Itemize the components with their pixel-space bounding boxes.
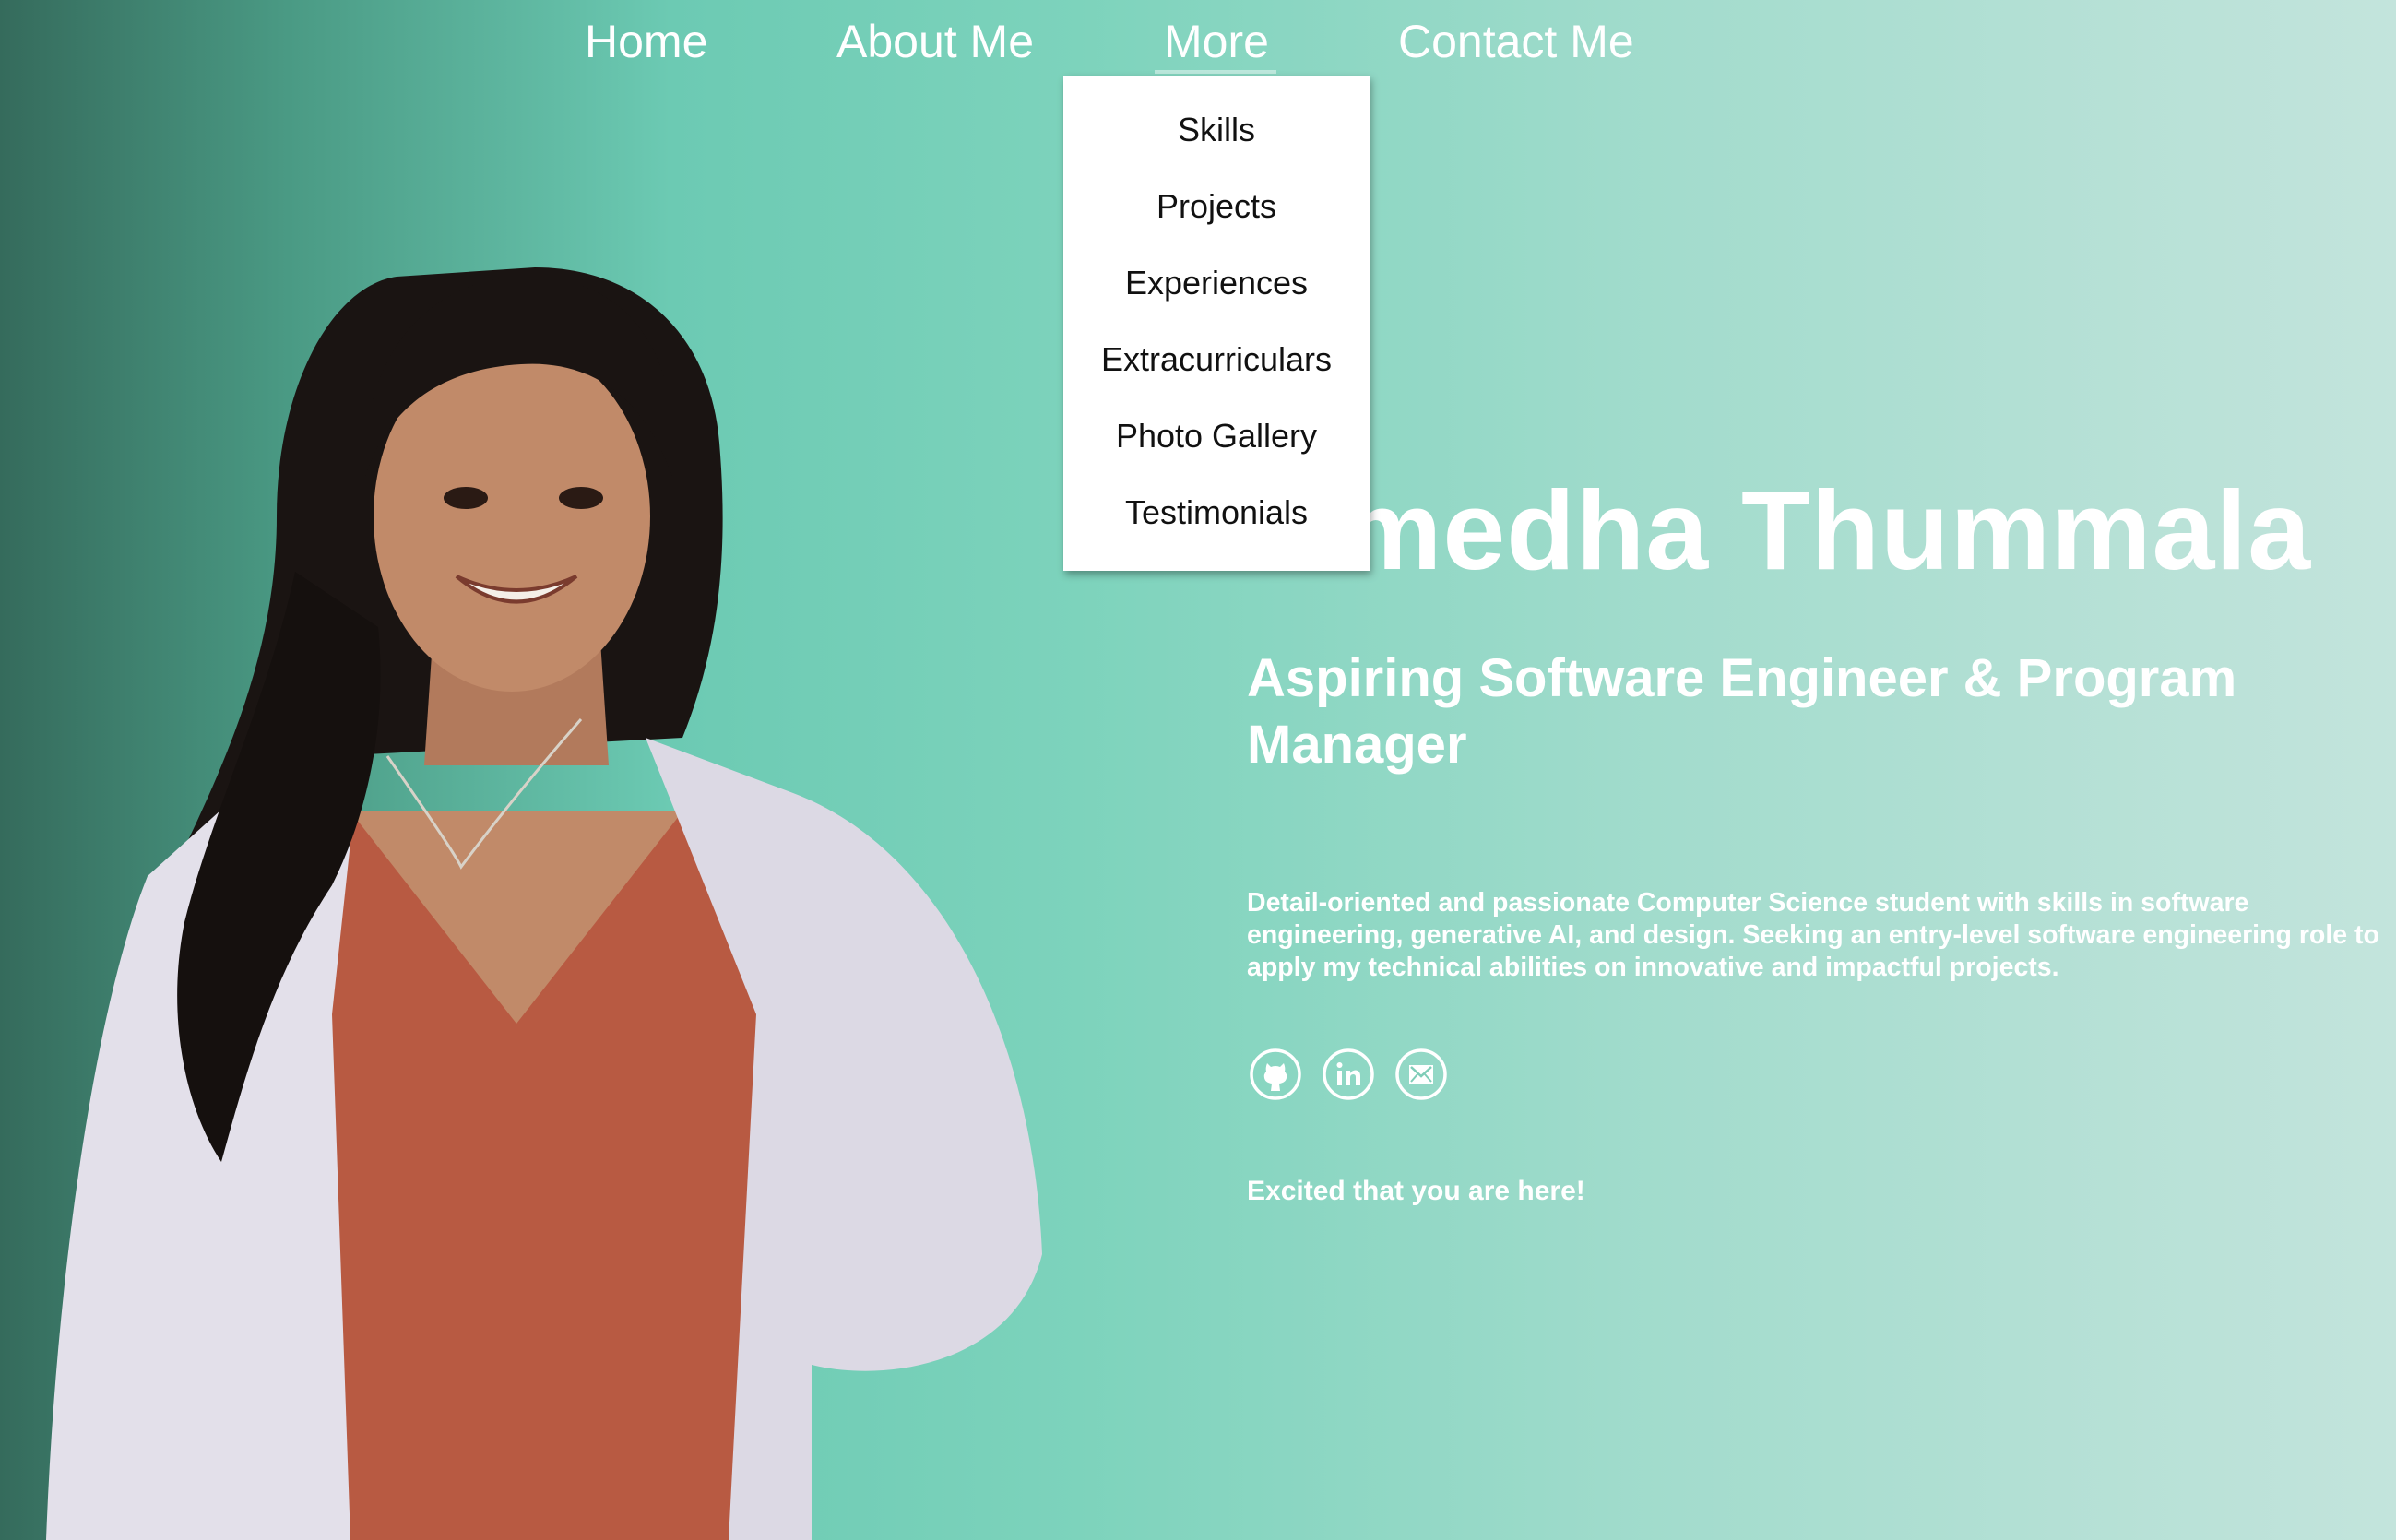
linkedin-icon[interactable] xyxy=(1322,1048,1375,1101)
nav-contact-me[interactable]: Contact Me xyxy=(1398,15,1634,68)
dropdown-item-testimonials[interactable]: Testimonials xyxy=(1063,493,1370,532)
nav-more[interactable]: More xyxy=(1164,15,1269,68)
dropdown-item-extracurriculars[interactable]: Extracurriculars xyxy=(1063,340,1370,379)
greeting-text: Excited that you are here! xyxy=(1247,1176,1585,1206)
nav-more-underline xyxy=(1155,70,1276,74)
nav-about-me[interactable]: About Me xyxy=(836,15,1034,68)
github-icon[interactable] xyxy=(1249,1048,1302,1101)
mail-icon[interactable] xyxy=(1394,1048,1448,1101)
hero-subtitle: Aspiring Software Engineer & Program Man… xyxy=(1247,648,2237,775)
dropdown-item-photo-gallery[interactable]: Photo Gallery xyxy=(1063,417,1370,456)
hero-name: imedha Thummala xyxy=(1310,468,2312,593)
dropdown-item-skills[interactable]: Skills xyxy=(1063,111,1370,149)
dropdown-item-projects[interactable]: Projects xyxy=(1063,187,1370,226)
hero-description: Detail-oriented and passionate Computer … xyxy=(1247,888,2379,982)
dropdown-item-experiences[interactable]: Experiences xyxy=(1063,264,1370,302)
profile-photo xyxy=(46,267,1042,1540)
nav-home[interactable]: Home xyxy=(585,15,707,68)
more-dropdown-menu: Skills Projects Experiences Extracurricu… xyxy=(1063,76,1370,571)
